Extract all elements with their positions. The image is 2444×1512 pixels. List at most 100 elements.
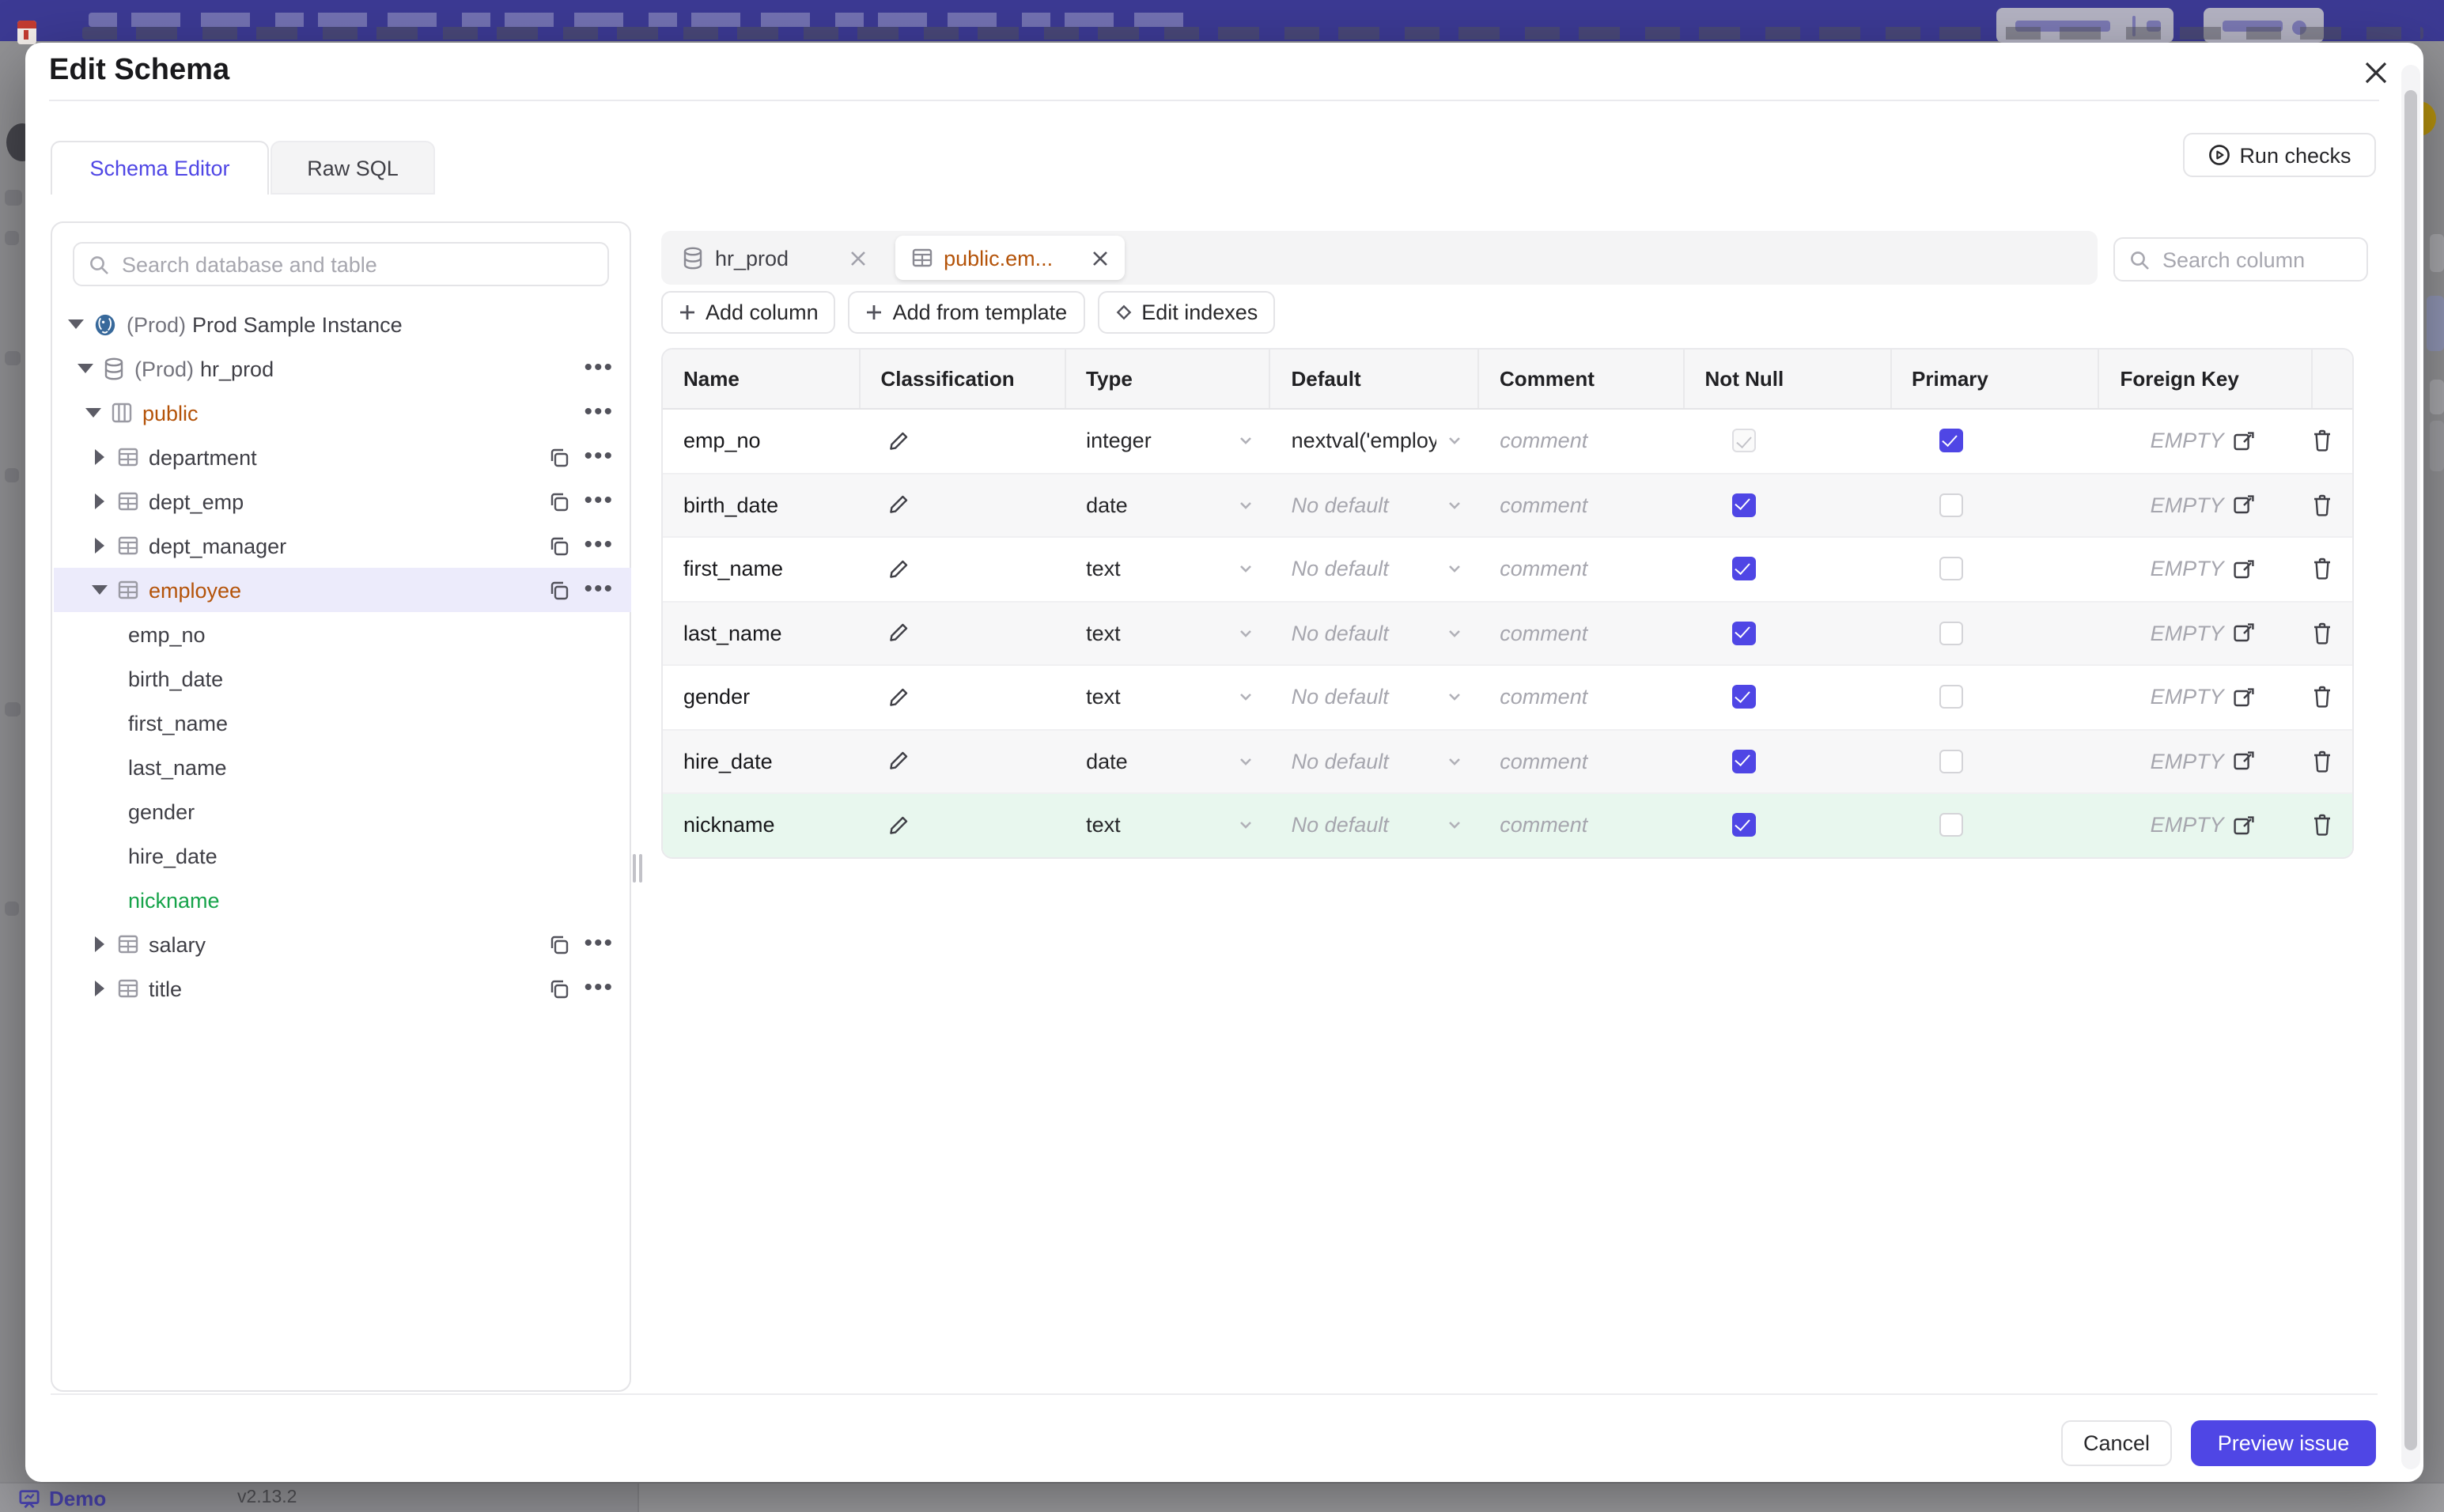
tree-item-column-emp-no[interactable]: emp_no — [54, 612, 631, 656]
edit-foreign-key-icon[interactable] — [2232, 558, 2254, 580]
pencil-icon[interactable] — [887, 815, 910, 837]
delete-row-icon[interactable] — [2311, 558, 2333, 581]
caret-right-icon[interactable] — [95, 936, 104, 952]
primary-checkbox[interactable] — [1939, 429, 1963, 453]
pencil-icon[interactable] — [887, 558, 910, 580]
tree-item-table-dept-emp[interactable]: dept_emp ••• — [54, 479, 631, 524]
tree-item-column-nickname[interactable]: nickname — [54, 878, 631, 922]
caret-right-icon[interactable] — [95, 981, 104, 996]
caret-right-icon[interactable] — [95, 449, 104, 465]
not-null-checkbox[interactable] — [1731, 493, 1756, 517]
cancel-button[interactable]: Cancel — [2061, 1420, 2172, 1466]
more-icon[interactable]: ••• — [584, 533, 614, 557]
caret-down-icon[interactable] — [85, 408, 101, 418]
chevron-down-icon[interactable] — [1446, 753, 1463, 770]
copy-icon[interactable] — [549, 580, 569, 600]
delete-row-icon[interactable] — [2311, 429, 2333, 453]
edit-foreign-key-icon[interactable] — [2232, 750, 2254, 773]
pencil-icon[interactable] — [887, 430, 910, 452]
tree-item-table-department[interactable]: department ••• — [54, 435, 631, 479]
copy-icon[interactable] — [549, 491, 569, 512]
primary-checkbox[interactable] — [1939, 557, 1963, 581]
copy-icon[interactable] — [549, 978, 569, 999]
chevron-down-icon[interactable] — [1446, 625, 1463, 642]
tree-item-column-last-name[interactable]: last_name — [54, 745, 631, 789]
pencil-icon[interactable] — [887, 622, 910, 644]
tree-item-table-salary[interactable]: salary ••• — [54, 922, 631, 966]
close-icon[interactable] — [2363, 60, 2389, 85]
chevron-down-icon[interactable] — [1446, 817, 1463, 834]
delete-row-icon[interactable] — [2311, 622, 2333, 645]
run-checks-button[interactable]: Run checks — [2183, 133, 2376, 177]
tree-item-column-hire-date[interactable]: hire_date — [54, 833, 631, 878]
comment-input[interactable]: comment — [1500, 493, 1587, 517]
comment-input[interactable]: comment — [1500, 558, 1587, 581]
comment-input[interactable]: comment — [1500, 429, 1587, 453]
edit-indexes-button[interactable]: Edit indexes — [1097, 291, 1276, 334]
not-null-checkbox[interactable] — [1731, 685, 1756, 709]
edit-foreign-key-icon[interactable] — [2232, 430, 2254, 452]
scrollbar-thumb[interactable] — [2404, 90, 2417, 1450]
not-null-checkbox[interactable] — [1731, 557, 1756, 581]
tab-chip-hr-prod[interactable]: hr_prod — [666, 236, 882, 280]
tab-schema-editor[interactable]: Schema Editor — [51, 141, 269, 195]
more-icon[interactable]: ••• — [584, 444, 614, 468]
caret-down-icon[interactable] — [92, 585, 108, 595]
tree-item-column-birth-date[interactable]: birth_date — [54, 656, 631, 701]
primary-checkbox[interactable] — [1939, 813, 1963, 837]
primary-checkbox[interactable] — [1939, 749, 1963, 773]
more-icon[interactable]: ••• — [584, 400, 614, 424]
more-icon[interactable]: ••• — [584, 932, 614, 955]
not-null-checkbox[interactable] — [1731, 749, 1756, 773]
not-null-checkbox[interactable] — [1731, 813, 1756, 837]
primary-checkbox[interactable] — [1939, 493, 1963, 517]
comment-input[interactable]: comment — [1500, 814, 1587, 837]
edit-foreign-key-icon[interactable] — [2232, 686, 2254, 709]
tab-chip-public-employee[interactable]: public.em... — [895, 236, 1125, 280]
pencil-icon[interactable] — [887, 750, 910, 773]
caret-right-icon[interactable] — [95, 538, 104, 554]
comment-input[interactable]: comment — [1500, 686, 1587, 709]
chevron-down-icon[interactable] — [1238, 753, 1255, 770]
chevron-down-icon[interactable] — [1446, 433, 1463, 450]
more-icon[interactable]: ••• — [584, 356, 614, 380]
not-null-checkbox[interactable] — [1731, 621, 1756, 645]
tree-search-input[interactable] — [74, 252, 607, 276]
delete-row-icon[interactable] — [2311, 814, 2333, 837]
preview-issue-button[interactable]: Preview issue — [2191, 1420, 2376, 1466]
delete-row-icon[interactable] — [2311, 750, 2333, 773]
add-column-button[interactable]: Add column — [661, 291, 836, 334]
more-icon[interactable]: ••• — [584, 489, 614, 512]
chevron-down-icon[interactable] — [1238, 817, 1255, 834]
tree-item-table-employee[interactable]: employee ••• — [54, 568, 631, 612]
tab-raw-sql[interactable]: Raw SQL — [271, 141, 435, 195]
primary-checkbox[interactable] — [1939, 621, 1963, 645]
tree-item-column-first-name[interactable]: first_name — [54, 701, 631, 745]
tree-item-schema-public[interactable]: public ••• — [54, 391, 631, 435]
caret-right-icon[interactable] — [95, 493, 104, 509]
chevron-down-icon[interactable] — [1238, 433, 1255, 450]
tree-item-table-title[interactable]: title ••• — [54, 966, 631, 1011]
chevron-down-icon[interactable] — [1446, 689, 1463, 706]
caret-down-icon[interactable] — [68, 319, 84, 329]
pencil-icon[interactable] — [887, 686, 910, 709]
chevron-down-icon[interactable] — [1238, 497, 1255, 514]
chevron-down-icon[interactable] — [1238, 561, 1255, 578]
close-tab-icon[interactable] — [1091, 249, 1108, 266]
primary-checkbox[interactable] — [1939, 685, 1963, 709]
panel-resize-handle[interactable] — [633, 854, 642, 883]
copy-icon[interactable] — [549, 934, 569, 954]
caret-down-icon[interactable] — [78, 364, 93, 373]
comment-input[interactable]: comment — [1500, 622, 1587, 645]
not-null-checkbox[interactable] — [1731, 429, 1756, 453]
edit-foreign-key-icon[interactable] — [2232, 622, 2254, 644]
pencil-icon[interactable] — [887, 494, 910, 516]
close-tab-icon[interactable] — [849, 249, 866, 266]
add-from-template-button[interactable]: Add from template — [848, 291, 1085, 334]
chevron-down-icon[interactable] — [1446, 561, 1463, 578]
tree-item-instance[interactable]: (Prod) Prod Sample Instance — [54, 302, 631, 346]
chevron-down-icon[interactable] — [1238, 625, 1255, 642]
chevron-down-icon[interactable] — [1446, 497, 1463, 514]
tree-item-database[interactable]: (Prod) hr_prod ••• — [54, 346, 631, 391]
tree-item-table-dept-manager[interactable]: dept_manager ••• — [54, 524, 631, 568]
